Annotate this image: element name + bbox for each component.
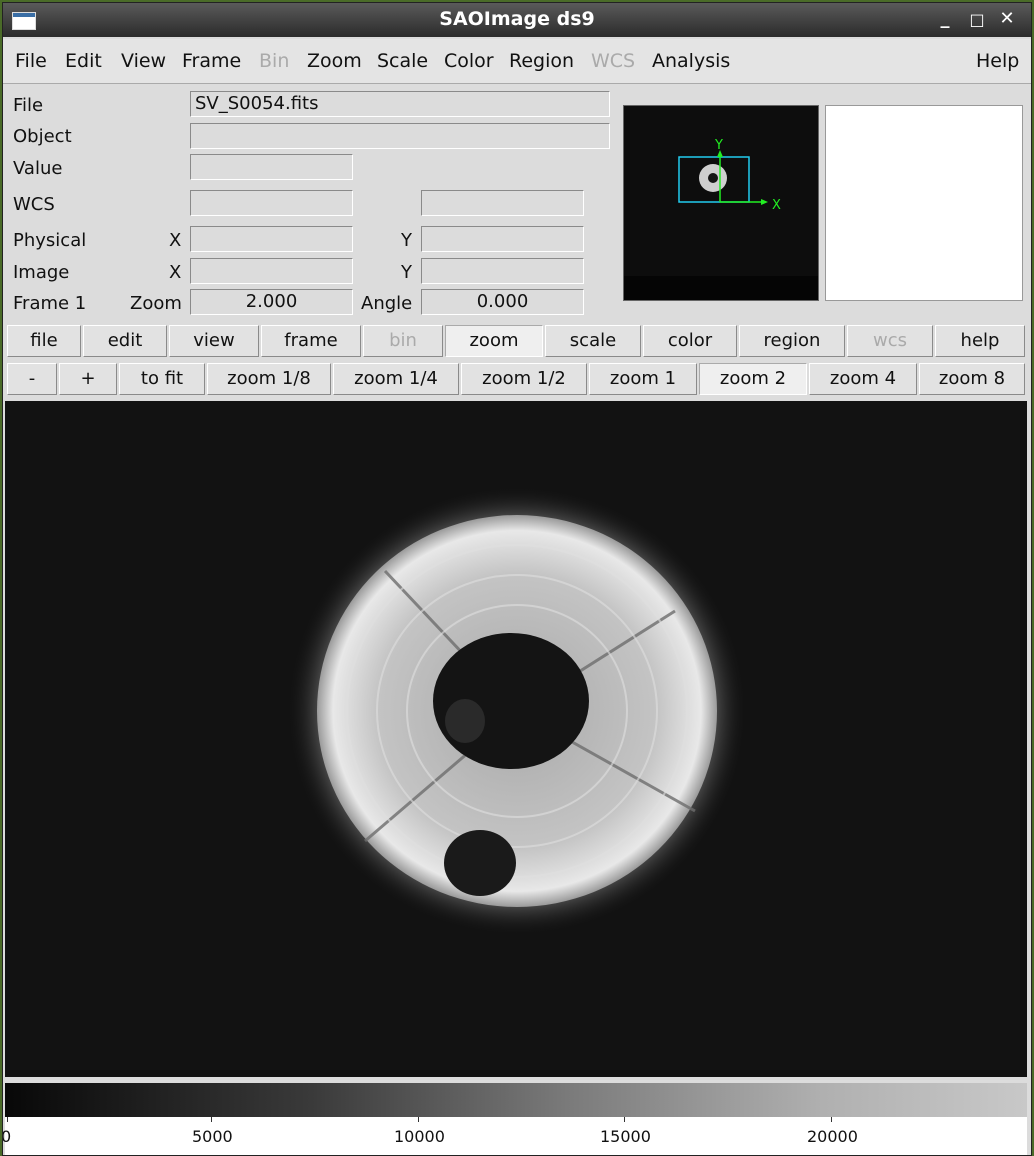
panner[interactable]: Y X xyxy=(623,105,819,301)
tick-mark xyxy=(7,1117,8,1122)
image-y-field xyxy=(421,258,584,284)
menu-bar: File Edit View Frame Bin Zoom Scale Colo… xyxy=(3,39,1031,84)
tick-mark xyxy=(418,1117,419,1122)
colorbar-tick-label: 5000 xyxy=(192,1127,233,1146)
button-view[interactable]: view xyxy=(169,325,259,357)
tick-mark xyxy=(831,1117,832,1122)
menu-view[interactable]: View xyxy=(121,50,166,72)
image-frame[interactable] xyxy=(5,401,1027,1077)
button-bar-zoom: - + to fit zoom 1/8 zoom 1/4 zoom 1/2 zo… xyxy=(3,361,1031,399)
zoom-to-fit-button[interactable]: to fit xyxy=(119,363,205,395)
menu-edit[interactable]: Edit xyxy=(65,50,102,72)
zoom-4-button[interactable]: zoom 4 xyxy=(809,363,917,395)
menu-frame[interactable]: Frame xyxy=(182,50,241,72)
image-y-label: Y xyxy=(401,262,412,283)
dark-blob xyxy=(445,699,485,743)
dark-spot xyxy=(444,830,516,896)
button-bar-main: file edit view frame bin zoom scale colo… xyxy=(3,323,1031,361)
physical-x-field xyxy=(190,226,353,252)
panner-x-label: X xyxy=(772,198,781,213)
wcs-label: WCS xyxy=(13,194,55,215)
minimize-icon[interactable]: _ xyxy=(933,8,957,29)
ds9-window: SAOImage ds9 _ □ ✕ File Edit View Frame … xyxy=(2,2,1032,1156)
file-label: File xyxy=(13,95,44,116)
magnifier xyxy=(825,105,1023,301)
button-bin: bin xyxy=(363,325,443,357)
button-file[interactable]: file xyxy=(7,325,81,357)
angle-label: Angle xyxy=(361,293,413,314)
window-title: SAOImage ds9 xyxy=(439,8,595,30)
physical-y-label: Y xyxy=(401,230,412,251)
colorbar-tick-label: 0 xyxy=(2,1127,12,1146)
button-region[interactable]: region xyxy=(739,325,845,357)
image-x-label: X xyxy=(169,262,182,283)
menu-file[interactable]: File xyxy=(15,50,47,72)
menu-bin: Bin xyxy=(259,50,290,72)
button-edit[interactable]: edit xyxy=(83,325,167,357)
button-wcs: wcs xyxy=(847,325,933,357)
value-label: Value xyxy=(13,158,63,179)
tick-mark xyxy=(211,1117,212,1122)
central-obscuration xyxy=(433,633,589,769)
info-panel: File SV_S0054.fits Object Value WCS Phys… xyxy=(3,85,1031,321)
close-icon[interactable]: ✕ xyxy=(995,8,1019,29)
button-scale[interactable]: scale xyxy=(545,325,641,357)
wcs-x-field xyxy=(190,190,353,216)
menu-help[interactable]: Help xyxy=(976,50,1019,72)
value-field xyxy=(190,154,353,180)
button-zoom[interactable]: zoom xyxy=(445,325,543,357)
physical-x-label: X xyxy=(169,230,182,251)
colorbar-tick-label: 20000 xyxy=(807,1127,858,1146)
image-x-field xyxy=(190,258,353,284)
tick-mark xyxy=(624,1117,625,1122)
zoom-out-button[interactable]: - xyxy=(7,363,57,395)
menu-color[interactable]: Color xyxy=(444,50,494,72)
colorbar-tick-label: 10000 xyxy=(394,1127,445,1146)
zoom-1-8-button[interactable]: zoom 1/8 xyxy=(207,363,331,395)
menu-region[interactable]: Region xyxy=(509,50,574,72)
zoom-1-2-button[interactable]: zoom 1/2 xyxy=(461,363,587,395)
file-field: SV_S0054.fits xyxy=(190,91,610,117)
panner-bottom-band xyxy=(624,276,818,300)
zoom-2-button[interactable]: zoom 2 xyxy=(699,363,807,395)
title-bar: SAOImage ds9 _ □ ✕ xyxy=(3,3,1031,37)
image-display xyxy=(287,486,747,936)
colorbar-scale: 0 5000 10000 15000 20000 xyxy=(2,1117,1027,1155)
button-frame[interactable]: frame xyxy=(261,325,361,357)
menu-scale[interactable]: Scale xyxy=(377,50,428,72)
panner-view: Y X xyxy=(624,138,818,300)
panner-y-label: Y xyxy=(714,138,723,153)
menu-wcs: WCS xyxy=(591,50,636,72)
zoom-8-button[interactable]: zoom 8 xyxy=(919,363,1025,395)
image-label: Image xyxy=(13,262,70,283)
zoom-in-button[interactable]: + xyxy=(59,363,117,395)
button-color[interactable]: color xyxy=(643,325,737,357)
colorbar[interactable] xyxy=(5,1083,1027,1117)
menu-zoom[interactable]: Zoom xyxy=(307,50,362,72)
frame-label: Frame 1 xyxy=(13,293,87,314)
zoom-label: Zoom xyxy=(130,293,182,314)
panner-x-arrow xyxy=(761,199,768,205)
wcs-y-field xyxy=(421,190,584,216)
zoom-field: 2.000 xyxy=(190,289,353,315)
object-field xyxy=(190,123,610,149)
maximize-icon[interactable]: □ xyxy=(965,10,989,29)
zoom-1-button[interactable]: zoom 1 xyxy=(589,363,697,395)
panner-source-core xyxy=(708,173,718,183)
object-label: Object xyxy=(13,126,72,147)
zoom-1-4-button[interactable]: zoom 1/4 xyxy=(333,363,459,395)
angle-field: 0.000 xyxy=(421,289,584,315)
physical-label: Physical xyxy=(13,230,87,251)
button-help[interactable]: help xyxy=(935,325,1025,357)
physical-y-field xyxy=(421,226,584,252)
colorbar-tick-label: 15000 xyxy=(600,1127,651,1146)
menu-analysis[interactable]: Analysis xyxy=(652,50,730,72)
